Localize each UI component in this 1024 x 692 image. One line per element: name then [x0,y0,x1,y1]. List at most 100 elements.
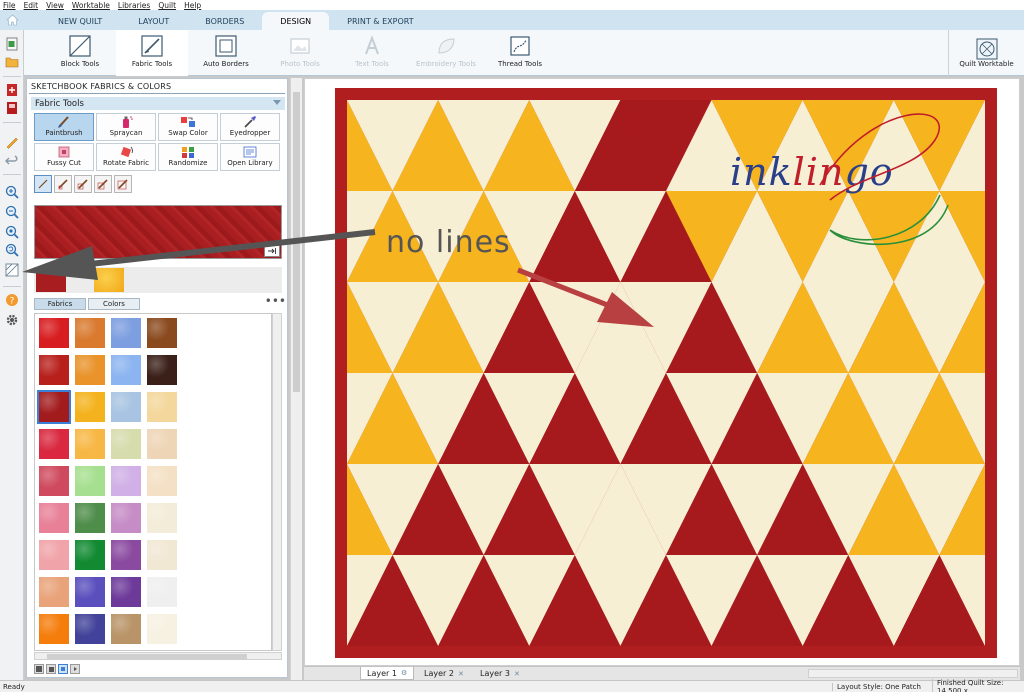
fabric-swatch[interactable] [147,614,177,644]
fabric-swatch[interactable] [111,614,141,644]
add-to-sketchbook-button[interactable] [4,82,20,98]
fabric-swatch[interactable] [75,614,105,644]
fabric-swatch[interactable] [39,540,69,570]
home-button[interactable] [0,10,24,30]
fabric-swatch[interactable] [39,318,69,348]
new-quilt-button[interactable] [4,36,20,52]
fabric-swatch[interactable] [111,429,141,459]
add-to-palette-button[interactable] [264,245,280,257]
close-icon[interactable]: ✕ [514,670,520,678]
menu-libraries[interactable]: Libraries [118,1,150,10]
photo-tools-button[interactable]: Photo Tools [270,30,330,76]
randomize-tool[interactable]: Randomize [158,143,218,171]
fabric-tools-header[interactable]: Fabric Tools [31,97,285,110]
fussy-cut-tool[interactable]: Fussy Cut [34,143,94,171]
tab-fabrics[interactable]: Fabrics [34,298,86,310]
open-project-button[interactable] [4,54,20,70]
fabric-swatch[interactable] [111,540,141,570]
tab-new-quilt[interactable]: NEW QUILT [40,12,120,30]
view-sketchbook-button[interactable] [4,100,20,116]
embroidery-tools-button[interactable]: Embroidery Tools [410,30,482,76]
swatch-size-next[interactable] [70,664,80,674]
quilt-design[interactable] [335,88,997,658]
palette-vertical-scrollbar[interactable] [290,78,302,680]
auto-borders-button[interactable]: Auto Borders [196,30,256,76]
fabric-swatch[interactable] [75,540,105,570]
fabric-swatch[interactable] [75,577,105,607]
layer-settings-icon[interactable]: ⚙ [401,669,407,677]
fabric-swatch[interactable] [37,390,71,424]
fabric-swatch[interactable] [111,503,141,533]
fabric-swatch[interactable] [75,429,105,459]
fabric-swatch[interactable] [111,466,141,496]
fabric-swatch[interactable] [75,355,105,385]
swatch-size-small[interactable] [58,664,68,674]
fabric-swatch[interactable] [147,540,177,570]
brush-size-4[interactable] [94,175,112,193]
block-tools-button[interactable]: Block Tools [50,30,110,76]
fabric-swatch[interactable] [111,318,141,348]
fabric-swatch[interactable] [147,466,177,496]
spraycan-tool[interactable]: Spraycan [96,113,156,141]
more-options-button[interactable]: ••• [265,294,286,308]
fabric-swatch[interactable] [111,355,141,385]
zoom-in-button[interactable] [4,184,20,200]
swap-color-tool[interactable]: Swap Color [158,113,218,141]
fabric-swatch[interactable] [39,429,69,459]
help-button[interactable]: ? [4,292,20,308]
fabric-swatch[interactable] [147,392,177,422]
open-library-tool[interactable]: Open Library [220,143,280,171]
tab-borders[interactable]: BORDERS [187,12,262,30]
tab-layout[interactable]: LAYOUT [120,12,187,30]
show-lines-button[interactable] [4,262,20,278]
undo-button[interactable] [4,152,20,168]
layer-3-tab[interactable]: Layer 3 ✕ [474,667,526,680]
fabric-grid-scrollbar[interactable] [272,313,282,651]
brush-size-1[interactable] [34,175,52,193]
fabric-swatch[interactable] [75,392,105,422]
collapse-arrow-icon[interactable] [273,100,281,105]
fabric-swatch[interactable] [147,429,177,459]
palette-horizontal-scrollbar[interactable] [34,652,282,660]
swatch-size-medium[interactable] [46,664,56,674]
fit-to-worktable-button[interactable] [4,224,20,240]
tab-colors[interactable]: Colors [88,298,140,310]
brush-size-3[interactable] [74,175,92,193]
fabric-swatch[interactable] [75,466,105,496]
text-tools-button[interactable]: Text Tools [344,30,400,76]
fabric-swatch[interactable] [75,503,105,533]
fabric-swatch[interactable] [111,392,141,422]
settings-button[interactable] [4,312,20,328]
worktable-horizontal-scrollbar[interactable] [808,669,1018,678]
recent-fabric-swatch[interactable] [36,268,66,292]
layer-2-tab[interactable]: Layer 2 ✕ [418,667,470,680]
scrollbar-thumb[interactable] [47,654,247,659]
fabric-swatch[interactable] [147,577,177,607]
brush-size-2[interactable] [54,175,72,193]
fabric-swatch[interactable] [147,503,177,533]
paintbrush-tool[interactable]: Paintbrush [34,113,94,141]
fabric-swatch[interactable] [39,577,69,607]
zoom-out-button[interactable] [4,204,20,220]
fabric-swatch[interactable] [39,466,69,496]
layer-1-tab[interactable]: Layer 1 ⚙ [360,667,415,680]
menu-help[interactable]: Help [184,1,201,10]
tab-print-export[interactable]: PRINT & EXPORT [329,12,431,30]
quilt-worktable-button[interactable]: Quilt Worktable [948,30,1024,76]
menu-view[interactable]: View [46,1,64,10]
tab-design[interactable]: DESIGN [262,12,330,30]
menu-edit[interactable]: Edit [24,1,39,10]
menu-quilt[interactable]: Quilt [158,1,176,10]
fabric-swatch[interactable] [75,318,105,348]
scrollbar-thumb[interactable] [293,92,300,392]
fabric-swatch[interactable] [39,503,69,533]
close-icon[interactable]: ✕ [458,670,464,678]
fabric-tools-button[interactable]: Fabric Tools [116,30,188,76]
quilt-worktable[interactable] [304,78,1020,666]
rotate-fabric-tool[interactable]: Rotate Fabric [96,143,156,171]
thread-tools-button[interactable]: Thread Tools [490,30,550,76]
fabric-swatch[interactable] [39,355,69,385]
menu-worktable[interactable]: Worktable [72,1,110,10]
swatch-size-large[interactable] [34,664,44,674]
zoom-refresh-button[interactable] [4,242,20,258]
